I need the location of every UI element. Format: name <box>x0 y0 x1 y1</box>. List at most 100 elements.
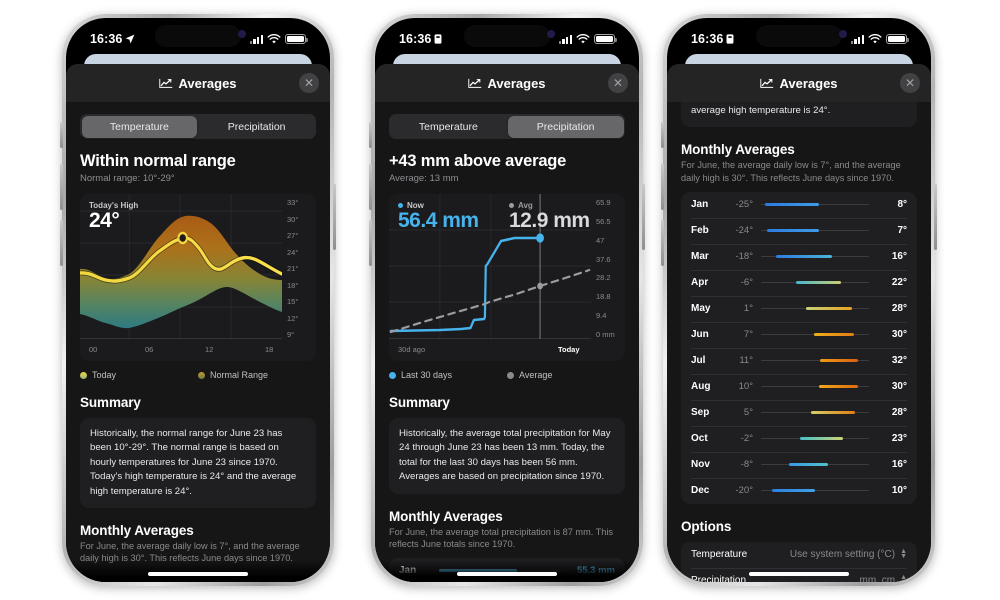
month-range-track <box>761 434 869 443</box>
tab-precipitation[interactable]: Precipitation <box>199 116 315 138</box>
y-tick: 37.6 <box>596 254 611 264</box>
sheet-content[interactable]: Temperature Precipitation +43 mm above a… <box>375 64 639 582</box>
options-title: Options <box>681 518 732 534</box>
averages-sheet: Averages ✕ Temperature Precipitation Wit… <box>66 64 330 582</box>
status-time-label: 16:36 <box>399 32 432 46</box>
phone-2: 16:36 Averages ✕ Temperature Precipitati… <box>369 14 645 586</box>
legend-dot-last30-icon <box>389 371 396 379</box>
sheet-content[interactable]: Temperature Precipitation Within normal … <box>66 64 330 582</box>
segmented-control[interactable]: Temperature Precipitation <box>389 114 625 139</box>
precipitation-chart[interactable]: Now 56.4 mm Avg 12.9 mm 65.9 56.5 47 37.… <box>389 194 625 361</box>
tab-temperature[interactable]: Temperature <box>391 116 507 138</box>
y-tick: 18.8 <box>596 292 611 302</box>
sheet-title-label: Averages <box>487 75 546 91</box>
month-low: -6° <box>740 277 753 289</box>
option-label: Precipitation <box>691 575 747 582</box>
power-button[interactable] <box>934 184 937 250</box>
headline-sub: Normal range: 10°-29° <box>80 173 175 184</box>
table-row[interactable]: Mar -18° 16° <box>681 243 917 270</box>
mute-switch[interactable] <box>60 122 63 148</box>
monthly-averages-table[interactable]: Jan -25° 8° Feb -24° 7° Mar -18° 16° Apr… <box>681 191 917 504</box>
y-tick: 18° <box>287 280 299 290</box>
segmented-control[interactable]: Temperature Precipitation <box>80 114 316 139</box>
chart-badge-value: 24° <box>89 209 120 232</box>
table-row[interactable]: Dec -20° 10° <box>681 477 917 504</box>
volume-down-button[interactable] <box>661 220 664 266</box>
sheet-header: Averages ✕ <box>375 64 639 102</box>
close-icon[interactable]: ✕ <box>608 73 628 93</box>
phone-3-screen: 16:36 Averages ✕ average high temperatur… <box>667 18 931 582</box>
home-indicator[interactable] <box>457 572 557 576</box>
power-button[interactable] <box>333 184 336 250</box>
sheet-content[interactable]: average high temperature is 24°. Monthly… <box>667 64 931 582</box>
legend-item-today: Today <box>80 370 198 380</box>
table-row[interactable]: Jun 7° 30° <box>681 321 917 348</box>
tab-temperature[interactable]: Temperature <box>81 115 198 138</box>
month-range-track <box>761 408 869 417</box>
legend-item-normal-range: Normal Range <box>198 370 316 380</box>
cellular-signal-icon <box>558 34 572 44</box>
table-row[interactable]: Feb -24° 7° <box>681 217 917 244</box>
tab-precipitation[interactable]: Precipitation <box>507 115 624 138</box>
table-row[interactable]: Oct -2° 23° <box>681 425 917 452</box>
table-row[interactable]: Nov -8° 16° <box>681 451 917 478</box>
table-row[interactable]: May 1° 28° <box>681 295 917 322</box>
home-indicator[interactable] <box>148 572 248 576</box>
status-time: 16:36 <box>691 32 734 46</box>
table-row[interactable]: Sep 5° 28° <box>681 399 917 426</box>
wifi-icon <box>868 33 882 43</box>
month-high: 30° <box>891 381 907 393</box>
volume-up-button[interactable] <box>369 164 372 210</box>
month-high: 8° <box>897 199 907 211</box>
y-tick: 30° <box>287 214 299 224</box>
phone-3: 16:36 Averages ✕ average high temperatur… <box>661 14 937 586</box>
y-tick: 9.4 <box>596 311 607 321</box>
table-row[interactable]: Apr -6° 22° <box>681 269 917 296</box>
power-button[interactable] <box>642 184 645 250</box>
volume-down-button[interactable] <box>60 220 63 266</box>
table-row[interactable]: Aug 10° 30° <box>681 373 917 400</box>
mute-switch[interactable] <box>661 122 664 148</box>
option-value: Use system setting (°C) <box>789 549 896 561</box>
y-tick: 65.9 <box>596 198 611 207</box>
chevron-updown-icon[interactable]: ▲▼ <box>900 574 907 582</box>
summary-text: Historically, the normal range for June … <box>80 418 316 508</box>
averages-sheet: Averages ✕ Temperature Precipitation +43… <box>375 64 639 582</box>
now-dot-icon <box>398 203 403 208</box>
summary-title: Summary <box>80 395 141 410</box>
wifi-icon <box>267 33 281 43</box>
chart-x-axis: 00 06 12 18 <box>89 342 282 356</box>
cellular-signal-icon <box>850 34 864 44</box>
phone-2-screen: 16:36 Averages ✕ Temperature Precipitati… <box>375 18 639 582</box>
volume-down-button[interactable] <box>369 220 372 266</box>
sheet-header: Averages ✕ <box>66 64 330 102</box>
phone-1: 16:36 Averages ✕ Temperature Precipitati… <box>60 14 336 586</box>
temperature-chart[interactable]: Today's High 24° 33° 30° 27° 24° 21° 18°… <box>80 194 316 361</box>
month-label: Sep <box>691 407 710 419</box>
monthly-averages-title: Monthly Averages <box>389 508 503 524</box>
status-bar: 16:36 <box>66 18 330 52</box>
month-label: May <box>691 303 711 315</box>
table-row[interactable]: Jul 11° 32° <box>681 347 917 374</box>
volume-up-button[interactable] <box>60 164 63 210</box>
chevron-updown-icon[interactable]: ▲▼ <box>900 548 907 559</box>
option-row-temperature[interactable]: Temperature Use system setting (°C) ▲ ▼ <box>681 542 917 568</box>
month-label: Mar <box>691 251 709 263</box>
status-bar: 16:36 <box>667 18 931 52</box>
legend-dot-normal-range-icon <box>198 371 205 379</box>
table-row[interactable]: Jan -25° 8° <box>681 192 917 218</box>
month-low: -24° <box>735 225 753 237</box>
home-indicator[interactable] <box>749 572 849 576</box>
y-tick: 27° <box>287 231 299 240</box>
x-tick: 00 <box>89 344 98 354</box>
legend-label: Last 30 days <box>401 370 453 380</box>
bottom-fade <box>375 560 639 582</box>
battery-icon <box>285 33 308 45</box>
mute-switch[interactable] <box>369 122 372 148</box>
y-tick: 12° <box>287 313 299 323</box>
close-icon[interactable]: ✕ <box>299 73 319 93</box>
month-range-track <box>761 330 869 339</box>
volume-up-button[interactable] <box>661 164 664 210</box>
close-icon[interactable]: ✕ <box>900 73 920 93</box>
status-time: 16:36 <box>90 32 135 46</box>
